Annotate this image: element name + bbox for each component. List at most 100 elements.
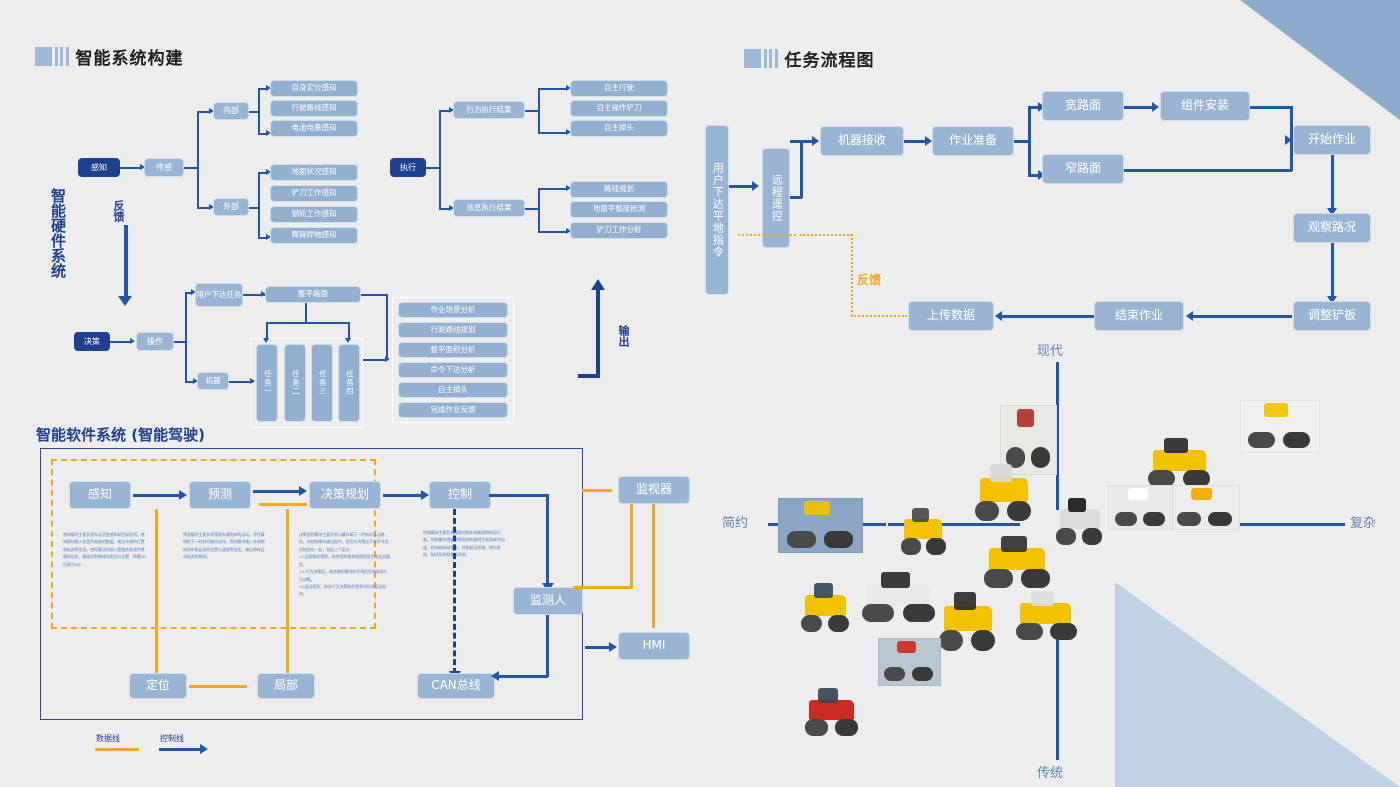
- node-operate[interactable]: 操作: [136, 332, 174, 351]
- leaf-obstacle[interactable]: 障碍异物感知: [270, 227, 358, 244]
- node-perception-root[interactable]: 感知: [78, 158, 120, 177]
- connector: [546, 615, 549, 677]
- node-sw-control[interactable]: 控制: [429, 481, 491, 509]
- flow-node-job-prep[interactable]: 作业准备: [932, 126, 1014, 156]
- connector-data: [259, 503, 307, 506]
- flow-section-header: 任务流程图: [744, 46, 875, 71]
- flow-node-adjust-blade[interactable]: 调整铲板: [1293, 301, 1371, 331]
- flow-node-upload-data[interactable]: 上传数据: [908, 301, 994, 331]
- connector: [800, 140, 803, 198]
- node-sw-perception[interactable]: 感知: [69, 481, 131, 509]
- flow-node-start[interactable]: 用户下达平地指令: [705, 125, 729, 295]
- leaf-flatness-detect[interactable]: 地面平整度检测: [570, 201, 668, 218]
- node-sw-local[interactable]: 局部: [257, 673, 315, 699]
- connector: [305, 303, 307, 322]
- leaf-autonomous-blade[interactable]: 自主操作铲刀: [570, 100, 668, 117]
- flow-node-end-job[interactable]: 结束作业: [1094, 301, 1184, 331]
- arrow: [1285, 135, 1292, 145]
- flow-feedback-label: 反馈: [857, 273, 882, 287]
- leaf-battery[interactable]: 电池电量感知: [270, 120, 358, 137]
- connector-data: [189, 685, 247, 688]
- axis-vertical-bottom: [1056, 640, 1059, 760]
- leaf-route-planning[interactable]: 路线规划: [570, 181, 668, 198]
- node-level-road[interactable]: 整平路面: [265, 286, 361, 303]
- hardware-section-title: 智能系统构建: [75, 49, 184, 69]
- arrow: [130, 337, 135, 344]
- node-internal[interactable]: 内部: [213, 102, 249, 120]
- node-sw-hmi[interactable]: HMI: [618, 632, 690, 660]
- flow-node-start-job[interactable]: 开始作业: [1293, 125, 1371, 155]
- software-section-title: 智能软件系统 (智能驾驶): [36, 426, 205, 444]
- connector: [426, 167, 440, 169]
- square-bars-icon: [744, 49, 778, 68]
- connector: [538, 88, 540, 133]
- connector: [1000, 315, 1094, 318]
- leaf-self-localization[interactable]: 自身定位感知: [270, 80, 358, 97]
- connector: [439, 110, 441, 209]
- node-task-1[interactable]: 任务一: [256, 344, 278, 422]
- connector: [383, 494, 423, 497]
- feedback-dotted-to-remote: [800, 234, 852, 236]
- leaf-ground-condition[interactable]: 地面状况感知: [270, 164, 358, 181]
- arrow: [263, 338, 269, 343]
- flow-node-component-install[interactable]: 组件安装: [1160, 91, 1250, 121]
- out-route-planning[interactable]: 行驶路线规划: [398, 322, 508, 338]
- output-arrow-head: [591, 279, 605, 290]
- connector: [525, 110, 539, 112]
- legend-data-line-arrow: [95, 748, 139, 751]
- arrow: [385, 355, 390, 362]
- legend-control-line-arrow: [159, 748, 203, 751]
- out-task-feedback[interactable]: 完成作业反馈: [398, 402, 508, 418]
- node-task-3[interactable]: 任务三: [311, 344, 333, 422]
- node-sw-prediction[interactable]: 预测: [189, 481, 251, 509]
- flow-node-machine-receive[interactable]: 机器接收: [820, 126, 904, 156]
- node-task-4[interactable]: 任务四: [338, 344, 360, 422]
- node-sw-can-bus[interactable]: CAN总线: [417, 673, 495, 699]
- hardware-vertical-label: 智能硬件系统: [49, 188, 67, 278]
- out-area-analysis[interactable]: 整平面积分析: [398, 342, 508, 358]
- node-execution-root[interactable]: 执行: [390, 158, 426, 177]
- leaf-drum-work[interactable]: 钢轮工作感知: [270, 206, 358, 223]
- motorbike-concept-photo: [1240, 400, 1320, 453]
- legend-control-arrowhead: [200, 743, 208, 754]
- flow-section-title: 任务流程图: [784, 51, 875, 71]
- node-sw-localization[interactable]: 定位: [129, 673, 187, 699]
- arrow: [995, 310, 1002, 321]
- output-label: 输出: [617, 325, 630, 347]
- grader-photo-left: [778, 498, 863, 553]
- flow-node-narrow-road[interactable]: 窄路面: [1042, 154, 1124, 184]
- leaf-autonomous-turn[interactable]: 自主掉头: [570, 120, 668, 137]
- node-info-result[interactable]: 信息执行结果: [453, 199, 525, 217]
- arrow: [250, 377, 255, 384]
- red-tandem-roller: [798, 685, 866, 741]
- yellow-grader: [975, 532, 1060, 594]
- hardware-feedback-label: 反馈: [112, 200, 125, 222]
- node-decision-root[interactable]: 决策: [74, 332, 110, 351]
- flow-node-wide-road[interactable]: 宽路面: [1042, 91, 1124, 121]
- software-panel: 感知 预测 决策规划 控制 感知模块主要负责车云信息感知和目标检测。感知模块输入…: [40, 448, 583, 720]
- out-autonomous-turn[interactable]: 自主掉头: [398, 382, 508, 398]
- leaf-blade-analysis[interactable]: 铲刀工作分析: [570, 222, 668, 239]
- arrow: [752, 180, 759, 191]
- axis-label-modern: 现代: [1037, 344, 1064, 359]
- leaf-autonomous-drive[interactable]: 自主行驶: [570, 80, 668, 97]
- node-task-2[interactable]: 任务二: [284, 344, 306, 422]
- node-sw-decision-planning[interactable]: 决策规划: [309, 481, 381, 509]
- node-machine[interactable]: 机器: [197, 372, 229, 390]
- out-command-analysis[interactable]: 命令下达分析: [398, 362, 508, 378]
- node-user-task[interactable]: 用户下达任务: [195, 283, 243, 307]
- node-sw-monitor-person[interactable]: 监测人: [513, 587, 583, 615]
- node-sw-monitor-device[interactable]: 监视器: [618, 476, 690, 504]
- big-yellow-roller: [932, 588, 1004, 658]
- arrow: [491, 670, 499, 681]
- leaf-drive-route[interactable]: 行驶路线感知: [270, 100, 358, 117]
- flow-node-remote[interactable]: 远程遥控: [762, 148, 790, 248]
- decor-triangle-top-right: [1240, 0, 1400, 120]
- flow-node-observe-road[interactable]: 观察路况: [1293, 213, 1371, 243]
- leaf-blade-work[interactable]: 铲刀工作感知: [270, 185, 358, 202]
- node-sensing[interactable]: 传感: [144, 158, 184, 177]
- node-behavior-result[interactable]: 行为执行结果: [453, 101, 525, 119]
- out-scene-analysis[interactable]: 作业场景分析: [398, 302, 508, 318]
- node-external[interactable]: 外部: [213, 198, 249, 216]
- desc-prediction: 预测模块主要负责预测车周物体的运动，评估障碍物下一时刻可能的动作。预测模块输入车…: [183, 532, 265, 560]
